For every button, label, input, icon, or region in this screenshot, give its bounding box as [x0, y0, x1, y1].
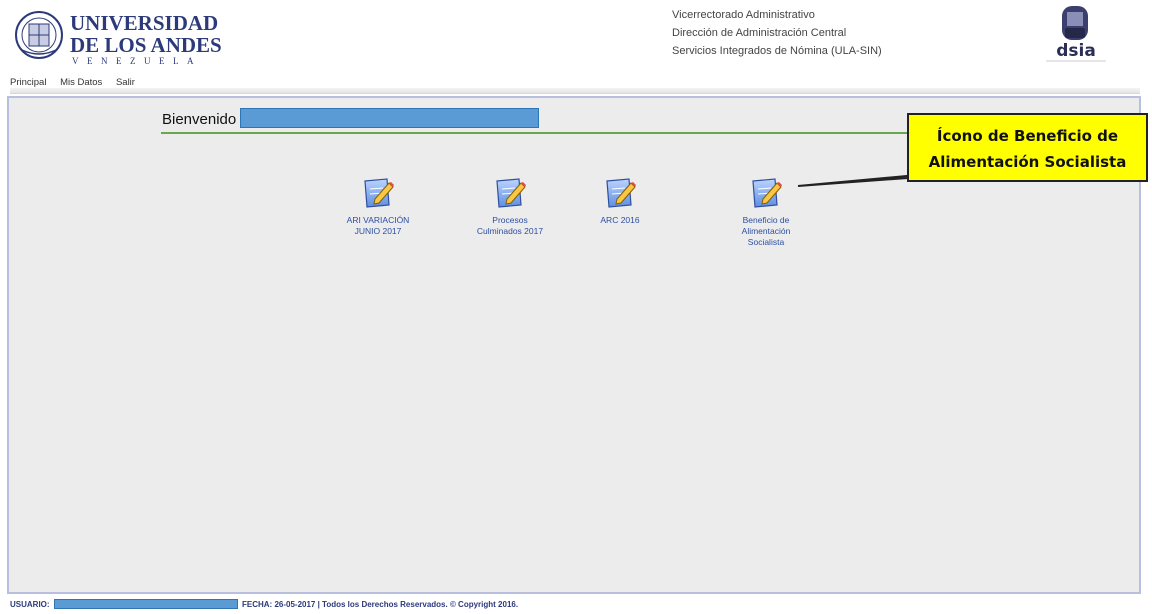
- tile-arc-2016[interactable]: ARC 2016: [570, 175, 670, 226]
- logo-line-2: DE LOS ANDES: [70, 33, 222, 57]
- tile-label[interactable]: Procesos Culminados 2017: [460, 215, 560, 237]
- main-nav: Principal Mis Datos Salir: [10, 77, 146, 88]
- dsia-logo: dsia: [1046, 6, 1106, 62]
- footer-user-label: USUARIO:: [10, 600, 50, 609]
- edit-document-icon[interactable]: [749, 175, 783, 209]
- tile-beneficio-alimentacion[interactable]: Beneficio de Alimentación Socialista: [716, 175, 816, 248]
- nav-item-salir[interactable]: Salir: [116, 77, 135, 88]
- university-seal-icon: [15, 11, 63, 59]
- organization-info: Vicerrectorado Administrativo Dirección …: [672, 6, 882, 60]
- tile-label[interactable]: Beneficio de Alimentación Socialista: [716, 215, 816, 248]
- header: UNIVERSIDAD DE LOS ANDES VENEZUELA Vicer…: [0, 0, 1152, 96]
- dsia-logo-text: dsia: [1056, 41, 1096, 61]
- university-logo[interactable]: UNIVERSIDAD DE LOS ANDES VENEZUELA: [14, 8, 222, 66]
- welcome-label: Bienvenido: [162, 111, 237, 128]
- org-line-3: Servicios Integrados de Nómina (ULA-SIN): [672, 45, 882, 57]
- welcome-user-name: [240, 108, 539, 128]
- nav-item-principal[interactable]: Principal: [10, 77, 46, 88]
- logo-line-1: UNIVERSIDAD: [70, 11, 219, 35]
- nav-item-mis-datos[interactable]: Mis Datos: [60, 77, 102, 88]
- university-name: UNIVERSIDAD DE LOS ANDES: [70, 12, 222, 56]
- tile-procesos-culminados[interactable]: Procesos Culminados 2017: [460, 175, 560, 237]
- header-divider: [10, 88, 1140, 94]
- logo-country: VENEZUELA: [72, 56, 202, 66]
- tile-ari-variacion[interactable]: ARI VARIACIÓN JUNIO 2017: [328, 175, 428, 237]
- edit-document-icon[interactable]: [361, 175, 395, 209]
- org-line-2: Dirección de Administración Central: [672, 27, 847, 39]
- footer-user-name: [54, 599, 238, 609]
- footer-info: FECHA: 26-05-2017 | Todos los Derechos R…: [242, 600, 519, 609]
- edit-document-icon[interactable]: [493, 175, 527, 209]
- annotation-callout: Ícono de Beneficio de Alimentación Socia…: [907, 113, 1148, 182]
- welcome-divider: [161, 132, 961, 134]
- edit-document-icon[interactable]: [603, 175, 637, 209]
- tile-label[interactable]: ARC 2016: [570, 215, 670, 226]
- org-line-1: Vicerrectorado Administrativo: [672, 9, 815, 21]
- tile-label[interactable]: ARI VARIACIÓN JUNIO 2017: [328, 215, 428, 237]
